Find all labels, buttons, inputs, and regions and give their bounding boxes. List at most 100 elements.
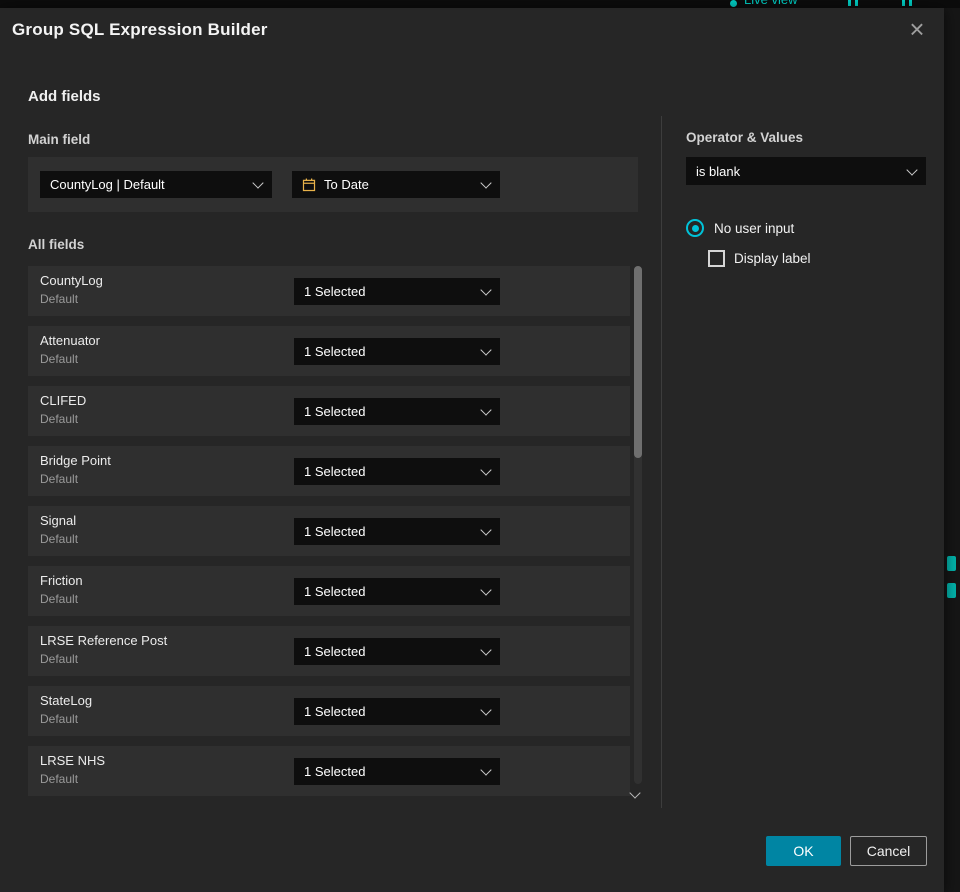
field-values-dropdown[interactable]: 1 Selected bbox=[294, 518, 500, 545]
radio-selected-icon bbox=[686, 219, 704, 237]
field-subtitle: Default bbox=[40, 652, 79, 666]
field-row: Bridge Point Default 1 Selected bbox=[28, 446, 630, 496]
all-fields-list: CountyLog Default 1 Selected Attenuator Defa… bbox=[28, 266, 630, 806]
pause-icon bbox=[909, 0, 912, 6]
pause-icon bbox=[855, 0, 858, 6]
field-name: Attenuator bbox=[40, 333, 100, 348]
chevron-down-icon bbox=[480, 644, 492, 656]
field-name: CLIFED bbox=[40, 393, 87, 408]
main-field-label: Main field bbox=[28, 132, 91, 147]
tool-icon bbox=[947, 583, 956, 598]
field-subtitle: Default bbox=[40, 532, 79, 546]
operator-values-label: Operator & Values bbox=[686, 130, 804, 145]
field-row: LRSE Reference Post Default 1 Selected bbox=[28, 626, 630, 676]
dropdown-value: 1 Selected bbox=[304, 584, 366, 599]
dropdown-value: CountyLog | Default bbox=[50, 177, 165, 192]
ok-button[interactable]: OK bbox=[766, 836, 841, 866]
chevron-down-icon bbox=[480, 284, 492, 296]
chevron-down-icon bbox=[480, 464, 492, 476]
chevron-down-icon bbox=[480, 764, 492, 776]
field-text: Attenuator Default bbox=[40, 333, 100, 366]
dialog-title: Group SQL Expression Builder bbox=[12, 20, 268, 39]
dropdown-value: is blank bbox=[696, 163, 741, 179]
field-row: Attenuator Default 1 Selected bbox=[28, 326, 630, 376]
field-values-dropdown[interactable]: 1 Selected bbox=[294, 578, 500, 605]
app-topbar: Live view bbox=[0, 0, 960, 8]
field-row: CLIFED Default 1 Selected bbox=[28, 386, 630, 436]
field-row: LRSE NHS Default 1 Selected bbox=[28, 746, 630, 796]
dropdown-value: 1 Selected bbox=[304, 704, 366, 719]
field-subtitle: Default bbox=[40, 412, 79, 426]
checkbox-unchecked-icon bbox=[708, 250, 725, 267]
dropdown-value: 1 Selected bbox=[304, 764, 366, 779]
field-subtitle: Default bbox=[40, 292, 79, 306]
calendar-icon bbox=[302, 178, 316, 192]
chevron-down-icon bbox=[480, 177, 492, 189]
field-name: LRSE Reference Post bbox=[40, 633, 168, 648]
pause-icon bbox=[848, 0, 851, 6]
close-icon[interactable]: × bbox=[902, 12, 932, 46]
cancel-button[interactable]: Cancel bbox=[850, 836, 927, 866]
live-view-dot-icon bbox=[730, 0, 737, 7]
operator-dropdown[interactable]: is blank bbox=[686, 157, 926, 185]
main-field-panel: CountyLog | Default To Date bbox=[28, 157, 638, 212]
field-values-dropdown[interactable]: 1 Selected bbox=[294, 758, 500, 785]
scroll-down-icon[interactable] bbox=[631, 789, 640, 798]
field-text: Signal Default bbox=[40, 513, 78, 546]
panel-divider bbox=[661, 116, 662, 808]
field-subtitle: Default bbox=[40, 712, 79, 726]
field-text: Bridge Point Default bbox=[40, 453, 111, 486]
add-fields-heading: Add fields bbox=[28, 88, 101, 105]
dropdown-value: 1 Selected bbox=[304, 644, 366, 659]
chevron-down-icon bbox=[906, 163, 918, 176]
dropdown-value: 1 Selected bbox=[304, 284, 366, 299]
checkbox-label: Display label bbox=[734, 251, 811, 266]
list-scrollbar[interactable] bbox=[634, 266, 642, 784]
field-values-dropdown[interactable]: 1 Selected bbox=[294, 458, 500, 485]
field-name: Signal bbox=[40, 513, 77, 528]
chevron-down-icon bbox=[480, 404, 492, 416]
field-values-dropdown[interactable]: 1 Selected bbox=[294, 278, 500, 305]
app-right-strip bbox=[944, 8, 960, 892]
pause-icon bbox=[902, 0, 905, 6]
dropdown-value: 1 Selected bbox=[304, 524, 366, 539]
no-user-input-radio[interactable]: No user input bbox=[686, 219, 794, 237]
dropdown-value: 1 Selected bbox=[304, 404, 366, 419]
field-text: Friction Default bbox=[40, 573, 83, 606]
field-text: StateLog Default bbox=[40, 693, 92, 726]
field-row: Friction Default 1 Selected bbox=[28, 566, 630, 616]
all-fields-label: All fields bbox=[28, 237, 85, 252]
main-field-dropdown[interactable]: CountyLog | Default bbox=[40, 171, 272, 198]
dropdown-value: 1 Selected bbox=[304, 464, 366, 479]
chevron-down-icon bbox=[480, 584, 492, 596]
field-values-dropdown[interactable]: 1 Selected bbox=[294, 398, 500, 425]
scrollbar-thumb[interactable] bbox=[634, 266, 642, 458]
field-row: Signal Default 1 Selected bbox=[28, 506, 630, 556]
dropdown-value: To Date bbox=[324, 177, 369, 192]
chevron-down-icon bbox=[480, 524, 492, 536]
radio-label: No user input bbox=[714, 220, 795, 236]
field-row: StateLog Default 1 Selected bbox=[28, 686, 630, 736]
field-subtitle: Default bbox=[40, 472, 79, 486]
field-subtitle: Default bbox=[40, 352, 79, 366]
chevron-down-icon bbox=[252, 177, 264, 189]
field-row: CountyLog Default 1 Selected bbox=[28, 266, 630, 316]
field-name: StateLog bbox=[40, 693, 93, 708]
field-name: Friction bbox=[40, 573, 83, 588]
field-name: LRSE NHS bbox=[40, 753, 106, 768]
field-subtitle: Default bbox=[40, 772, 79, 786]
field-values-dropdown[interactable]: 1 Selected bbox=[294, 338, 500, 365]
chevron-down-icon bbox=[480, 704, 492, 716]
live-view-label: Live view bbox=[744, 0, 797, 7]
field-name: Bridge Point bbox=[40, 453, 111, 468]
display-label-checkbox[interactable]: Display label bbox=[708, 250, 811, 267]
field-text: LRSE NHS Default bbox=[40, 753, 105, 786]
field-text: LRSE Reference Post Default bbox=[40, 633, 167, 666]
field-type-dropdown[interactable]: To Date bbox=[292, 171, 500, 198]
field-values-dropdown[interactable]: 1 Selected bbox=[294, 638, 500, 665]
chevron-down-icon bbox=[480, 344, 492, 356]
field-name: CountyLog bbox=[40, 273, 103, 288]
dropdown-value: 1 Selected bbox=[304, 344, 366, 359]
field-values-dropdown[interactable]: 1 Selected bbox=[294, 698, 500, 725]
field-subtitle: Default bbox=[40, 592, 79, 606]
